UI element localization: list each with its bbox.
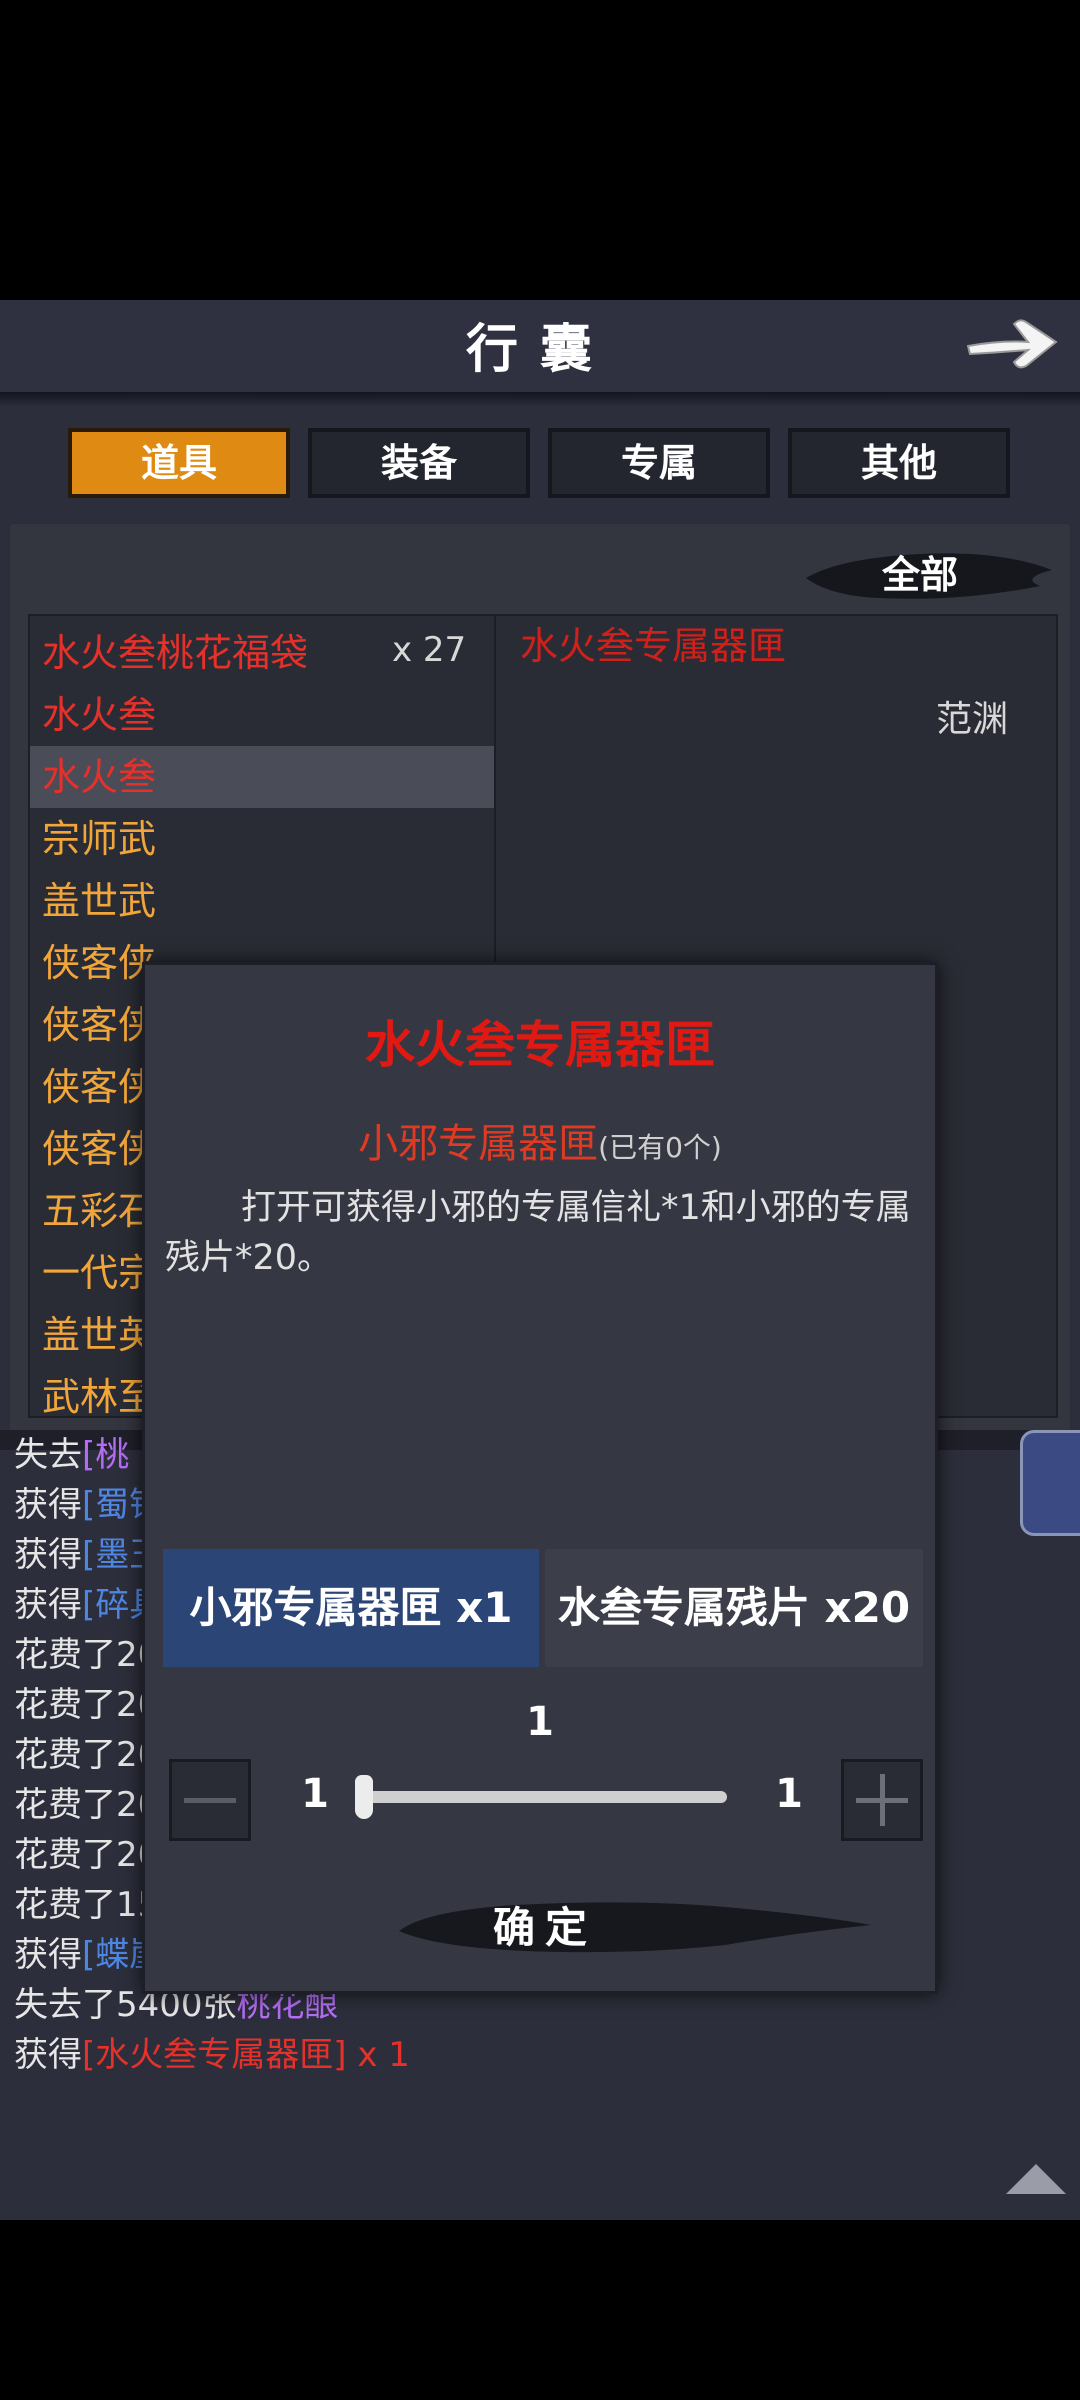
- log-text: 获得: [14, 1535, 82, 1575]
- slider-max-value: 1: [775, 1771, 803, 1817]
- item-qty: x 27: [392, 630, 467, 670]
- tab-items[interactable]: 道具: [68, 428, 290, 498]
- open-box-dialog: 水火叁专属器匣 小邪专属器匣(已有0个) 打开可获得小邪的专属信礼*1和小邪的专…: [142, 962, 938, 1994]
- log-text: 获得: [14, 1585, 82, 1625]
- list-item[interactable]: 侠客侠: [42, 932, 156, 994]
- header-bar: 行囊: [0, 300, 1080, 406]
- log-text: 花费了20: [14, 1635, 160, 1675]
- detail-item-name: 水火叁专属器匣: [520, 624, 787, 668]
- list-item[interactable]: 侠客侠: [42, 994, 156, 1056]
- log-text: 失去: [14, 1435, 82, 1475]
- quantity-slider[interactable]: [357, 1791, 727, 1803]
- game-screen: 行囊 道具 装备 专属 其他 全部 水火叁桃花福袋 x 27 水火叁 水火叁 宗…: [0, 300, 1080, 2220]
- list-item[interactable]: 一代宗: [42, 1242, 156, 1304]
- side-book-icon[interactable]: [1020, 1430, 1080, 1536]
- log-line: 失去[桃: [14, 1430, 129, 1480]
- list-item-selected[interactable]: 水火叁: [30, 746, 494, 808]
- log-text: [水火叁专属器匣] x 1: [82, 2035, 410, 2075]
- filter-dropdown[interactable]: 全部: [860, 540, 980, 610]
- log-text: 获得: [14, 2035, 82, 2075]
- log-text: 花费了20: [14, 1785, 160, 1825]
- selected-quantity: 1: [526, 1699, 554, 1745]
- dialog-description: 打开可获得小邪的专属信礼*1和小邪的专属残片*20。: [165, 1188, 911, 1278]
- confirm-button[interactable]: 确定: [395, 1885, 695, 1971]
- back-arrow-icon[interactable]: [962, 306, 1062, 378]
- reward-option-shards[interactable]: 水叁专属残片 x20: [545, 1549, 923, 1667]
- log-line: 获得[墨玉: [14, 1530, 163, 1580]
- list-item[interactable]: 武林至: [42, 1366, 156, 1416]
- item-name: 水火叁桃花福袋: [42, 631, 309, 675]
- dialog-item-name: 小邪专属器匣: [358, 1121, 599, 1167]
- dialog-item-line: 小邪专属器匣(已有0个): [145, 1111, 935, 1169]
- list-item[interactable]: 宗师武: [42, 808, 156, 870]
- decrease-button[interactable]: [169, 1759, 251, 1841]
- log-text: 获得: [14, 1485, 82, 1525]
- log-line: 获得[水火叁专属器匣] x 1: [14, 2030, 410, 2080]
- list-item[interactable]: 水火叁桃花福袋: [42, 622, 308, 684]
- list-item[interactable]: 盖世英: [42, 1304, 156, 1366]
- plus-icon: [856, 1774, 908, 1826]
- list-item[interactable]: 水火叁: [42, 684, 156, 746]
- slider-handle[interactable]: [355, 1775, 373, 1819]
- list-item[interactable]: 盖世武: [42, 870, 156, 932]
- log-text: 花费了20: [14, 1735, 160, 1775]
- list-item[interactable]: 侠客侠: [42, 1056, 156, 1118]
- log-line: 获得[蜀锦: [14, 1480, 163, 1530]
- dialog-title: 水火叁专属器匣: [365, 1015, 715, 1074]
- tab-other[interactable]: 其他: [788, 428, 1010, 498]
- owned-count: (已有0个): [598, 1131, 722, 1164]
- slider-min-value: 1: [301, 1771, 329, 1817]
- log-text: 花费了20: [14, 1685, 160, 1725]
- reward-option-box[interactable]: 小邪专属器匣 x1: [163, 1549, 539, 1667]
- list-item[interactable]: 五彩石: [42, 1180, 156, 1242]
- log-text: 花费了20: [14, 1835, 160, 1875]
- log-text: [桃: [82, 1435, 130, 1475]
- list-item[interactable]: 侠客侠: [42, 1118, 156, 1180]
- log-text: 获得: [14, 1935, 82, 1975]
- detail-side-text: 范渊: [936, 699, 1009, 740]
- increase-button[interactable]: [841, 1759, 923, 1841]
- tab-equipment[interactable]: 装备: [308, 428, 530, 498]
- page-title: 行囊: [465, 319, 614, 380]
- scroll-up-icon[interactable]: [1004, 2162, 1068, 2196]
- tab-exclusive[interactable]: 专属: [548, 428, 770, 498]
- minus-icon: [184, 1798, 236, 1803]
